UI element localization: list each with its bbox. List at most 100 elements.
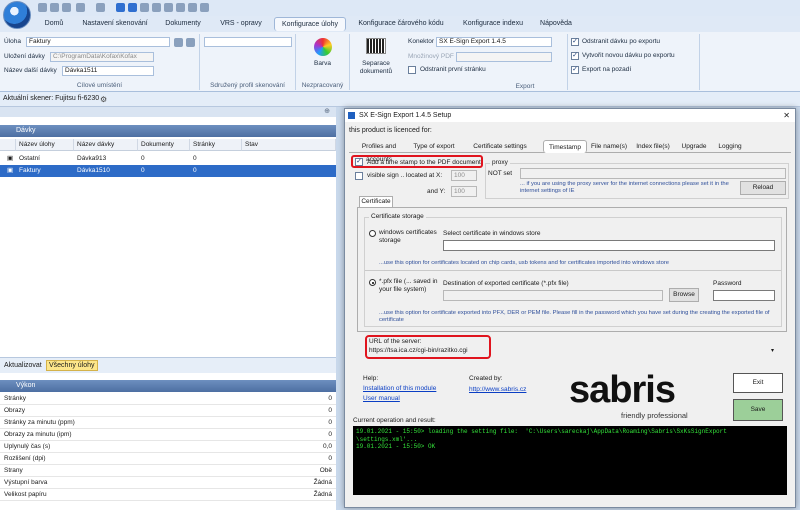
list-icon[interactable] [164,3,173,12]
proxy-field[interactable] [520,168,786,179]
list-item: Obrazy 0 [0,405,336,417]
tab-profiles[interactable]: Profiles and accounts [349,140,409,163]
password-label: Password [713,280,742,287]
batch-buttons: Aktualizovat Všechny úlohy [0,357,336,373]
mnozinovy-label: Množinový PDF [408,53,454,60]
tab-konfigurace-caroveho-kodu[interactable]: Konfigurace čárového kódu [352,17,450,31]
x-input[interactable]: 100 [451,170,477,181]
col-stav[interactable]: Stav [242,139,336,151]
tab-certificate-settings[interactable]: Certificate settings [459,140,541,153]
settings-icon[interactable] [200,3,209,12]
job-edit-icon[interactable] [186,38,195,47]
tab-nastaveni-skenovani[interactable]: Nastavení skenování [78,17,152,31]
tab-timestamp[interactable]: Timestamp [543,140,587,153]
dialog-title: SX E-Sign Export 1.4.5 Setup [359,112,452,119]
copy-icon[interactable] [50,3,59,12]
job-icon[interactable] [174,38,183,47]
reload-button[interactable]: Reload [740,181,786,195]
cell: 0 [193,167,197,174]
list-item: Výstupní barva Žádná [0,477,336,489]
konektor-combo[interactable]: SX E-Sign Export 1.4.5 [436,37,552,47]
install-link[interactable]: Installation of this module [363,385,436,392]
separace-button[interactable]: Separace dokumentů [352,60,400,76]
export-pozadi-checkbox[interactable]: ✓ [571,66,579,74]
help-label: Help: [363,375,379,382]
profil-combo[interactable] [204,37,292,47]
color-wheel-icon[interactable] [314,38,332,56]
tab-filenames[interactable]: File name(s) [589,140,629,153]
redo-icon[interactable] [96,3,105,12]
aktualizovat-button[interactable]: Aktualizovat [4,362,42,369]
stop-icon[interactable] [140,3,149,12]
created-by-label: Created by: [469,375,503,382]
tab-upgrade[interactable]: Upgrade [677,140,711,153]
cert-storage-group: Certificate storage windows certificates… [364,213,782,327]
nazev-field[interactable]: Dávka1511 [62,66,154,76]
odstranit-prvni-checkbox[interactable] [408,66,416,74]
tab-domu[interactable]: Domů [38,17,70,31]
quick-access-toolbar [0,0,800,16]
group2-label: Sdružený profil skenování [210,82,285,89]
play-icon[interactable] [116,3,125,12]
tab-napoveda[interactable]: Nápověda [536,17,576,31]
pin-icon[interactable]: ⊕ [324,107,330,115]
step-icon[interactable] [128,3,137,12]
table-row[interactable]: ▣ Faktury Dávka1510 0 0 [0,165,336,177]
export-icon[interactable] [188,3,197,12]
tab-index-files[interactable]: Index file(s) [631,140,675,153]
visible-sign-checkbox[interactable] [355,172,363,180]
sabris-logo: sabris [569,369,676,411]
scanner-status-bar: Aktuální skener: Fujitsu fi-6230 ⚙ [0,92,800,107]
exit-button[interactable]: Exit [733,373,783,393]
cell: Dávka1510 [77,167,110,174]
undo-icon[interactable] [76,3,85,12]
uloha-combo[interactable]: Faktury [26,37,170,47]
col-nazev-davky[interactable]: Název dávky [74,139,138,151]
url-combo[interactable]: https://tsa.ica.cz/cgi-bin/razitko.cgi [367,346,777,357]
sabris-link[interactable]: http://www.sabris.cz [469,386,526,393]
sabris-tagline: friendly professional [621,411,688,420]
group-cilove-umisteni: Úloha Faktury Uložení dávky C:\ProgramDa… [0,34,200,90]
pfx-note: ...use this option for certificate expor… [379,310,770,323]
app-logo[interactable] [3,1,31,29]
col-nazev-ulohy[interactable]: Název úlohy [16,139,74,151]
mnozinovy-combo[interactable] [456,52,552,62]
vytvorit-checkbox[interactable]: ✓ [571,52,579,60]
tab-vrs-opravy[interactable]: VRS - opravy [216,17,266,31]
tab-konfigurace-ulohy[interactable]: Konfigurace úlohy [274,17,346,31]
select-cert-combo[interactable] [443,240,775,251]
manual-link[interactable]: User manual [363,395,400,402]
vsechny-ulohy-button[interactable]: Všechny úlohy [46,360,98,371]
col-stranky[interactable]: Stránky [190,139,242,151]
scanner-settings-icon[interactable]: ⚙ [100,95,107,104]
chevron-down-icon[interactable]: ▾ [771,347,774,354]
ulozeni-field[interactable]: C:\ProgramData\Kofax\Kofax [50,52,154,62]
close-icon[interactable]: ✕ [783,109,790,122]
y-input[interactable]: 100 [451,186,477,197]
windows-store-radio[interactable] [369,230,376,237]
table-row[interactable]: ▣ Ostatní Dávka913 0 0 [0,153,336,165]
group-sdruzeny-profil: Sdružený profil skenování [200,34,296,90]
add-timestamp-checkbox[interactable]: ✓ [355,158,363,166]
grid-icon[interactable] [176,3,185,12]
browse-button[interactable]: Browse [669,288,699,302]
tab-type-export[interactable]: Type of export [409,140,459,153]
col-dokumenty[interactable]: Dokumenty [138,139,190,151]
tab-konfigurace-indexu[interactable]: Konfigurace indexu [458,17,528,31]
odstranit-davku-checkbox[interactable]: ✓ [571,38,579,46]
pfx-path-field[interactable] [443,290,663,301]
cert-storage-title: Certificate storage [369,213,426,220]
cell: Ostatní [19,155,40,162]
cut-icon[interactable] [38,3,47,12]
save-button[interactable]: Save [733,399,783,421]
odstranit-prvni-label: Odstranit první stránku [420,66,486,73]
paste-icon[interactable] [62,3,71,12]
group-nezpracovany: Barva Nezpracovaný [296,34,350,90]
pfx-radio[interactable] [369,279,376,286]
barcode-icon[interactable] [366,38,386,54]
barva-label[interactable]: Barva [314,60,331,67]
tab-logging[interactable]: Logging [713,140,747,153]
tab-dokumenty[interactable]: Dokumenty [158,17,208,31]
batch-icon[interactable] [152,3,161,12]
password-field[interactable] [713,290,775,301]
